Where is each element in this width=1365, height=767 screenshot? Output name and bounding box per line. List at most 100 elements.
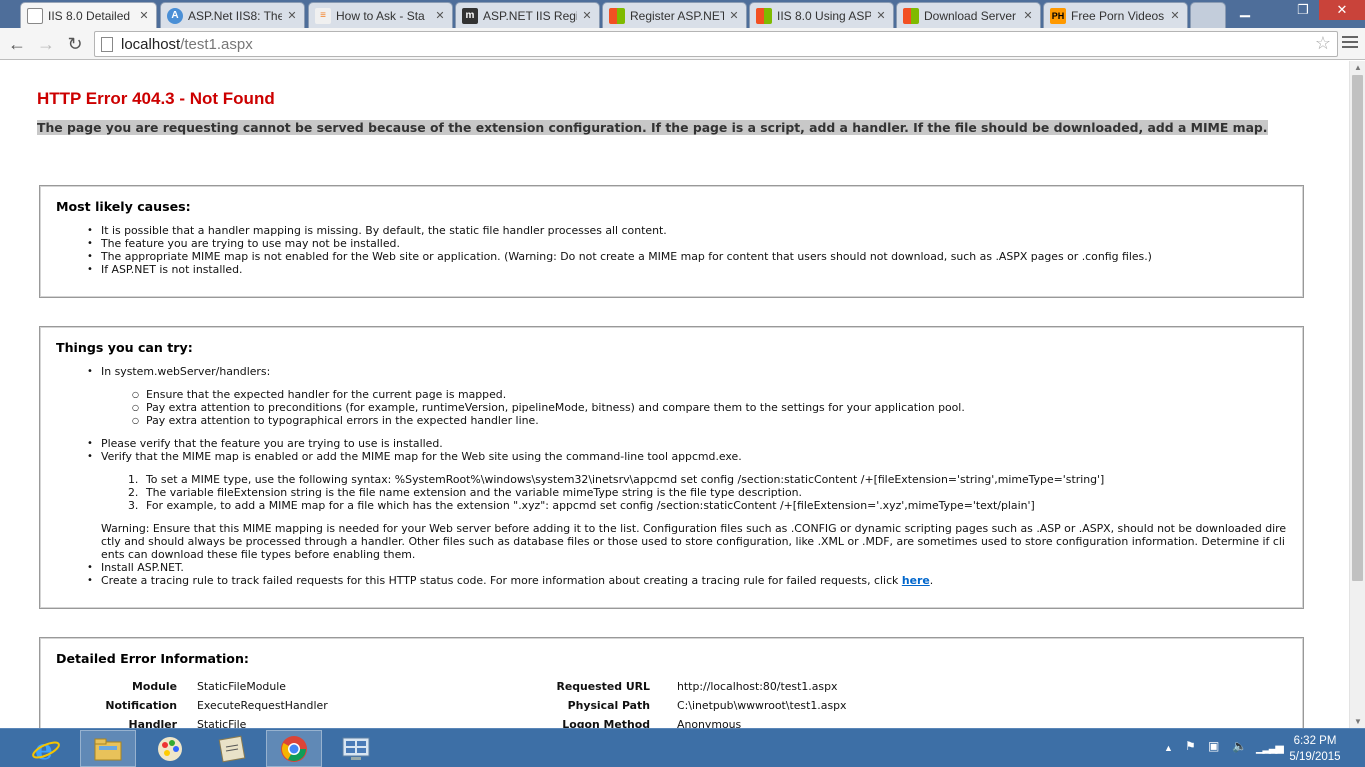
back-arrow-icon[interactable]: ← [5, 32, 29, 56]
aspnet-icon: A [167, 7, 183, 24]
tab-label: How to Ask - Sta [336, 8, 425, 23]
tab-label: ASP.Net IIS8: The [188, 8, 282, 23]
error-summary: The page you are requesting cannot be se… [37, 119, 1305, 136]
close-icon[interactable]: ✕ [1022, 9, 1034, 22]
mime-steps: To set a MIME type, use the following sy… [101, 473, 1291, 512]
taskbar-clock[interactable]: 6:32 PM 5/19/2015 [1280, 733, 1350, 765]
menu-icon[interactable] [1342, 34, 1358, 50]
url-text[interactable]: localhost/test1.aspx [121, 36, 253, 53]
detailed-error-information-box: Detailed Error Information: Module Static… [39, 637, 1304, 728]
ie-icon[interactable]: e [18, 730, 74, 767]
here-link[interactable]: here [902, 574, 930, 587]
tab-download-server[interactable]: Download Server ✕ [896, 2, 1041, 28]
tab-label: Register ASP.NET [630, 8, 724, 23]
signal-icon[interactable]: ▁▂▃▅ [1256, 741, 1284, 754]
minimize-button[interactable]: ▁ [1230, 0, 1260, 20]
close-icon[interactable]: ✕ [138, 9, 150, 22]
causes-heading: Most likely causes: [56, 199, 191, 214]
detail-value: Anonymous [677, 718, 742, 728]
paint-icon[interactable] [142, 730, 198, 767]
try-item: Create a tracing rule to track failed re… [87, 574, 1291, 587]
detail-table-right: Requested URL http://localhost:80/test1.a… [510, 680, 1210, 728]
cause-item: The appropriate MIME map is not enabled … [87, 250, 1291, 263]
error-title: HTTP Error 404.3 - Not Found [37, 89, 275, 108]
detail-key: Notification [105, 699, 177, 712]
browser-toolbar: ← → ↻ localhost/test1.aspx ☆ [0, 28, 1365, 60]
detail-key: Physical Path [567, 699, 650, 712]
notepad-icon[interactable] [204, 730, 260, 767]
close-icon[interactable]: ✕ [434, 9, 446, 22]
tab-iis-detailed-error[interactable]: IIS 8.0 Detailed E ✕ [20, 2, 157, 28]
detail-row: Physical Path C:\inetpub\wwwroot\test1.as… [510, 699, 1210, 718]
mime-step: To set a MIME type, use the following sy… [128, 473, 1291, 486]
close-icon[interactable]: ✕ [286, 9, 298, 22]
things-you-can-try-box: Things you can try: In system.webServer/… [39, 326, 1304, 609]
reload-icon[interactable]: ↻ [63, 32, 87, 56]
detail-heading: Detailed Error Information: [56, 651, 249, 666]
bookmark-star-icon[interactable]: ☆ [1315, 33, 1331, 54]
close-window-button[interactable]: ✕ [1319, 0, 1365, 20]
tab-label: IIS 8.0 Using ASP [777, 8, 871, 23]
handler-tip: Pay extra attention to typographical err… [132, 414, 1291, 427]
url-host: localhost [121, 36, 181, 53]
tab-how-to-ask[interactable]: ≡ How to Ask - Sta ✕ [308, 2, 453, 28]
forward-arrow-icon[interactable]: → [34, 32, 58, 56]
tab-register-aspnet[interactable]: Register ASP.NET ✕ [602, 2, 747, 28]
detail-key: Requested URL [556, 680, 650, 693]
m-icon: m [462, 7, 478, 24]
volume-icon[interactable]: 🔈 [1232, 739, 1247, 753]
scroll-up-icon[interactable]: ▲ [1354, 63, 1362, 72]
close-icon[interactable]: ✕ [875, 9, 887, 22]
detail-value: http://localhost:80/test1.aspx [677, 680, 838, 693]
try-item: Install ASP.NET. [87, 561, 1291, 574]
page-icon [101, 37, 113, 52]
tab-label: IIS 8.0 Detailed E [48, 8, 134, 23]
microsoft-icon [903, 7, 919, 24]
microsoft-icon [756, 7, 772, 24]
close-icon[interactable]: ✕ [728, 9, 740, 22]
clock-time: 6:32 PM [1293, 735, 1337, 747]
scroll-thumb[interactable] [1352, 75, 1363, 581]
clock-date: 5/19/2015 [1289, 751, 1341, 763]
tab-aspnet-iis-register[interactable]: m ASP.NET IIS Regis ✕ [455, 2, 600, 28]
flag-icon[interactable]: ⚑ [1185, 739, 1196, 753]
detail-value: C:\inetpub\wwwroot\test1.aspx [677, 699, 847, 712]
tab-aspnet-iis8[interactable]: A ASP.Net IIS8: The ✕ [160, 2, 305, 28]
tracing-text: Create a tracing rule to track failed re… [101, 574, 902, 587]
try-list: In system.webServer/handlers: Ensure tha… [87, 365, 1291, 587]
maximize-button[interactable]: ❐ [1288, 0, 1318, 20]
detail-row: Requested URL http://localhost:80/test1.a… [510, 680, 1210, 699]
tab-label: Download Server [924, 8, 1017, 23]
tab-label: Free Porn Videos [1071, 8, 1165, 23]
try-heading: Things you can try: [56, 340, 193, 355]
new-tab-button[interactable] [1190, 2, 1226, 28]
network-icon[interactable]: ▣ [1208, 739, 1219, 753]
file-explorer-icon[interactable] [80, 730, 136, 767]
page-content: HTTP Error 404.3 - Not Found The page yo… [0, 61, 1349, 728]
show-hidden-icons-icon[interactable]: ▲ [1164, 743, 1173, 753]
mime-step: The variable fileExtension string is the… [128, 486, 1291, 499]
cause-item: It is possible that a handler mapping is… [87, 224, 1291, 237]
tab-iis8-using-asp[interactable]: IIS 8.0 Using ASP ✕ [749, 2, 894, 28]
cause-item: If ASP.NET is not installed. [87, 263, 1291, 276]
page-icon [27, 7, 43, 24]
server-manager-icon[interactable] [328, 730, 384, 767]
vertical-scrollbar[interactable]: ▲ ▼ [1349, 61, 1365, 728]
handlers-sublist: Ensure that the expected handler for the… [101, 388, 1291, 427]
try-item: In system.webServer/handlers: Ensure tha… [87, 365, 1291, 427]
handlers-intro: In system.webServer/handlers: [101, 365, 271, 378]
tab-ph[interactable]: PH Free Porn Videos ✕ [1043, 2, 1188, 28]
detail-value: StaticFileModule [197, 680, 286, 693]
tracing-end: . [929, 574, 934, 587]
mime-warning: Warning: Ensure that this MIME mapping i… [101, 522, 1287, 561]
error-summary-text: The page you are requesting cannot be se… [37, 120, 1268, 135]
verify-mime: Verify that the MIME map is enabled or a… [101, 450, 742, 463]
ph-icon: PH [1050, 7, 1066, 24]
url-path: /test1.aspx [180, 36, 253, 53]
handler-tip: Pay extra attention to preconditions (fo… [132, 401, 1291, 414]
close-icon[interactable]: ✕ [581, 9, 593, 22]
chrome-icon[interactable] [266, 730, 322, 767]
close-icon[interactable]: ✕ [1169, 9, 1181, 22]
address-bar[interactable]: localhost/test1.aspx ☆ [94, 31, 1338, 57]
scroll-down-icon[interactable]: ▼ [1354, 717, 1362, 726]
